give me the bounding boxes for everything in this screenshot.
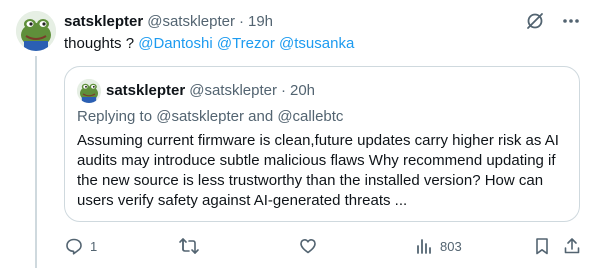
quoted-author-handle[interactable]: @satsklepter xyxy=(189,82,277,99)
post-header: satsklepter @satsklepter · 19h xyxy=(64,11,273,31)
separator-dot: · xyxy=(280,81,286,99)
separator-dot: · xyxy=(238,12,244,30)
author-name[interactable]: satsklepter xyxy=(64,13,143,30)
like-button[interactable] xyxy=(298,236,324,256)
mention-link[interactable]: @Trezor xyxy=(217,35,275,52)
quoted-author-name[interactable]: satsklepter xyxy=(106,82,185,99)
share-button[interactable] xyxy=(562,236,582,256)
thread-line xyxy=(35,56,37,268)
share-icon xyxy=(564,238,580,254)
more-icon[interactable] xyxy=(560,10,582,32)
bookmark-button[interactable] xyxy=(532,236,552,256)
repost-icon xyxy=(179,238,199,254)
quoted-post-time[interactable]: 20h xyxy=(290,82,315,99)
views-icon xyxy=(417,239,431,254)
reply-button[interactable]: 1 xyxy=(64,236,97,256)
like-icon xyxy=(300,239,316,254)
mention-link[interactable]: @Dantoshi xyxy=(138,35,212,52)
quoted-avatar[interactable] xyxy=(77,79,101,103)
replying-to: Replying to @satsklepter and @callebtc xyxy=(77,108,344,125)
mention-link[interactable]: @tsusanka xyxy=(279,35,354,52)
post-text: thoughts ? @Dantoshi @Trezor @tsusanka xyxy=(64,34,354,54)
frog-avatar-image xyxy=(77,79,101,103)
grok-slash-icon[interactable] xyxy=(524,10,546,32)
reply-count: 1 xyxy=(90,238,98,254)
quoted-body: Assuming current firmware is clean,futur… xyxy=(77,132,559,209)
bookmark-icon xyxy=(536,238,548,255)
frog-avatar-image xyxy=(16,11,56,51)
top-actions xyxy=(524,10,582,32)
repost-button[interactable] xyxy=(178,236,206,256)
post-text-prefix: thoughts ? xyxy=(64,35,135,52)
reply-icon xyxy=(66,238,82,255)
views-button[interactable]: 803 xyxy=(414,236,462,256)
avatar[interactable] xyxy=(16,11,56,51)
post-time[interactable]: 19h xyxy=(248,13,273,30)
views-count: 803 xyxy=(440,238,462,254)
quoted-header: satsklepter @satsklepter · 20h xyxy=(106,80,315,100)
action-bar: 1 803 xyxy=(64,236,582,256)
quoted-post[interactable]: satsklepter @satsklepter · 20h Replying … xyxy=(64,66,580,222)
author-handle[interactable]: @satsklepter xyxy=(147,13,235,30)
